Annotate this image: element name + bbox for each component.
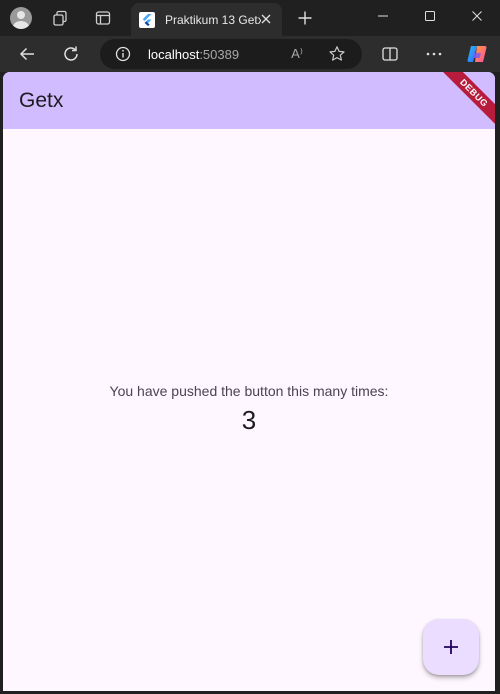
tab-close-button[interactable] [258,11,274,27]
back-arrow-icon [19,47,34,61]
profile-avatar-icon [10,7,32,29]
copilot-button[interactable] [463,40,491,68]
info-icon[interactable] [115,46,131,62]
counter-message: You have pushed the button this many tim… [109,383,389,399]
workspaces-icon [53,10,67,26]
new-tab-button[interactable] [294,7,316,29]
title-bar: Praktikum 13 Getx [0,0,500,36]
add-icon [444,640,458,654]
plus-icon [298,11,312,25]
address-bar[interactable]: localhost:50389 A⁾ [100,39,362,69]
tab-title: Praktikum 13 Getx [165,12,261,27]
read-aloud-icon[interactable]: A⁾ [288,45,306,63]
maximize-button[interactable] [407,0,453,32]
close-icon [472,11,482,21]
browser-toolbar: localhost:50389 A⁾ [0,36,500,72]
close-window-button[interactable] [454,0,500,32]
more-icon [426,52,442,56]
split-screen-icon [382,47,398,61]
increment-fab-button[interactable] [423,619,479,675]
refresh-button[interactable] [57,40,85,68]
minimize-button[interactable] [360,0,406,32]
counter-value: 3 [241,405,257,435]
minimize-icon [378,15,388,17]
app-viewport: Getx DEBUG You have pushed the button th… [3,72,495,691]
page-title: Getx [19,89,64,112]
split-screen-button[interactable] [376,40,404,68]
workspaces-button[interactable] [50,7,72,29]
more-button[interactable] [420,40,448,68]
tab-actions-icon [95,11,111,25]
url-port: :50389 [199,47,240,62]
star-icon[interactable] [328,45,346,63]
tab-actions-button[interactable] [92,7,114,29]
flutter-icon [139,11,155,28]
url-host: localhost [148,47,200,62]
active-tab[interactable]: Praktikum 13 Getx [131,3,282,36]
app-bar: Getx [3,72,495,129]
browser-window: Praktikum 13 Getx localhost:50389 A⁾ Get… [0,0,500,694]
close-icon [261,14,271,24]
profile-button[interactable] [10,7,32,29]
url-text[interactable]: localhost:50389 [148,47,239,62]
back-button[interactable] [13,40,41,68]
refresh-icon [64,46,78,61]
copilot-icon [467,46,487,62]
maximize-icon [425,11,435,21]
